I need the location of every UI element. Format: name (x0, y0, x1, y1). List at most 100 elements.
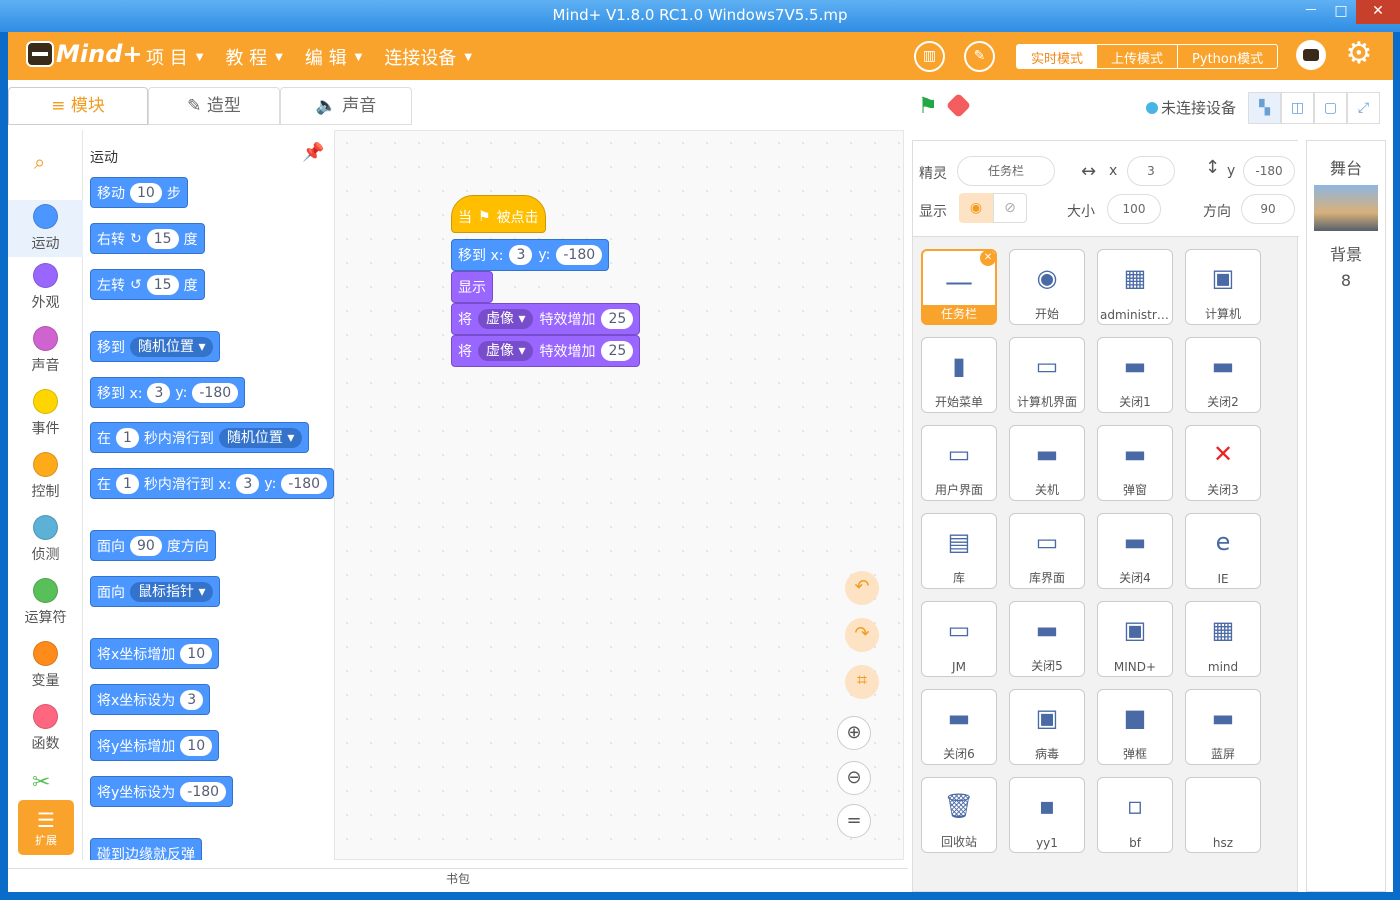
stop-icon[interactable] (945, 92, 972, 119)
sprite-card[interactable]: ▬ 蓝屏 (1185, 689, 1261, 765)
block-number-input[interactable]: 1 (116, 427, 139, 448)
extension-button[interactable]: ☰ 扩展 (18, 800, 74, 855)
menu-project[interactable]: 项 目 ▼ (146, 44, 203, 70)
block-number-input[interactable]: 90 (130, 535, 162, 556)
fullscreen-icon[interactable]: ⤢ (1347, 92, 1380, 124)
palette-block[interactable]: 右转 ↻ 15 度 (90, 223, 205, 254)
block-dropdown[interactable]: 虚像 ▾ (478, 341, 534, 361)
palette-block[interactable]: 将y坐标设为 -180 (90, 776, 234, 807)
zoom-out-icon[interactable]: ⊖ (837, 761, 871, 795)
script-workspace[interactable]: 当 ⚑ 被点击 移到 x: 3 y: -180 显示将虚像 ▾ 特效增加 25 将虚像 ▾ 特效增加 2… (334, 130, 904, 860)
block-dropdown[interactable]: 虚像 ▾ (478, 309, 534, 329)
edit-icon[interactable]: ✎ (964, 41, 995, 72)
y-field[interactable]: -180 (1243, 156, 1295, 186)
block-number-input[interactable]: -180 (281, 473, 328, 494)
sprite-card[interactable]: ■ 弹框 (1097, 689, 1173, 765)
block-number-input[interactable]: 1 (116, 473, 139, 494)
tab-blocks[interactable]: ≡ 模块 (8, 87, 148, 125)
sprite-card[interactable]: ▬ 关闭4 (1097, 513, 1173, 589)
palette-block[interactable]: 碰到边缘就反弹 (90, 838, 202, 860)
sprite-card[interactable]: ▭ 库界面 (1009, 513, 1085, 589)
maximize-button[interactable]: □ (1326, 0, 1356, 24)
palette-block[interactable]: 面向 90 度方向 (90, 530, 216, 561)
size-field[interactable]: 100 (1107, 194, 1161, 224)
script-block[interactable]: 将虚像 ▾ 特效增加 25 (451, 303, 641, 335)
gear-icon[interactable]: ⚙ (1344, 39, 1374, 70)
category-6[interactable]: 运算符 (8, 578, 83, 627)
palette-block[interactable]: 移动 10 步 (90, 177, 188, 208)
palette-block[interactable]: 移到 随机位置 ▾ (90, 331, 221, 362)
palette-block[interactable]: 在 1 秒内滑行到 x: 3 y: -180 (90, 468, 334, 499)
sprite-card[interactable]: ▬ 关闭6 (921, 689, 997, 765)
layout-large-stage-icon[interactable]: ▢ (1314, 92, 1347, 124)
menu-tutorial[interactable]: 教 程 ▼ (225, 44, 282, 70)
delete-sprite-icon[interactable]: ✕ (980, 250, 996, 266)
sprite-card[interactable]: hsz (1185, 777, 1261, 853)
green-flag-icon[interactable]: ⚑ (918, 94, 938, 119)
sprite-card[interactable]: ▭ JM (921, 601, 997, 677)
script-block[interactable]: 移到 x: 3 y: -180 (451, 239, 610, 271)
script-block[interactable]: 将虚像 ▾ 特效增加 25 (451, 335, 641, 367)
category-3[interactable]: 事件 (8, 389, 83, 438)
sprite-card[interactable]: e IE (1185, 513, 1261, 589)
layout-normal-stage-icon[interactable]: ◫ (1281, 92, 1314, 124)
zoom-reset-icon[interactable]: = (837, 804, 871, 838)
sprite-card[interactable]: ▭ 计算机界面 (1009, 337, 1085, 413)
block-number-input[interactable]: 15 (146, 274, 179, 295)
block-number-input[interactable]: -180 (556, 245, 603, 265)
tools-icon[interactable]: ✂ (32, 770, 50, 795)
category-1[interactable]: 外观 (8, 263, 83, 312)
block-number-input[interactable]: 3 (180, 689, 204, 710)
block-number-input[interactable]: 15 (146, 228, 179, 249)
close-button[interactable]: ✕ (1356, 0, 1400, 24)
sprite-card[interactable]: ▮ 开始菜单 (921, 337, 997, 413)
dashboard-icon[interactable]: ▥ (914, 41, 945, 72)
direction-field[interactable]: 90 (1241, 194, 1295, 224)
category-4[interactable]: 控制 (8, 452, 83, 501)
block-dropdown[interactable]: 随机位置 ▾ (130, 336, 214, 357)
palette-block[interactable]: 在 1 秒内滑行到 随机位置 ▾ (90, 422, 310, 453)
block-number-input[interactable]: 3 (236, 473, 260, 494)
sprite-card[interactable]: ▪ yy1 (1009, 777, 1085, 853)
sprite-card[interactable]: ✕ 关闭3 (1185, 425, 1261, 501)
minimize-button[interactable]: － (1296, 0, 1326, 24)
upload-mode-button[interactable]: 上传模式 (1097, 45, 1177, 68)
stage-thumbnail[interactable] (1314, 185, 1378, 231)
script-block[interactable]: 当 ⚑ 被点击 (451, 195, 546, 233)
script-block[interactable]: 显示 (451, 271, 493, 303)
block-number-input[interactable]: 10 (180, 735, 213, 756)
block-number-input[interactable]: 25 (601, 341, 634, 361)
block-number-input[interactable]: 25 (601, 309, 634, 329)
palette-block[interactable]: 面向 鼠标指针 ▾ (90, 576, 221, 607)
pin-icon[interactable]: 📌 (302, 142, 324, 163)
sprite-card[interactable]: ▬ 弹窗 (1097, 425, 1173, 501)
backpack-bar[interactable]: 书包 (8, 868, 908, 890)
sprite-card[interactable]: ▬ 关闭2 (1185, 337, 1261, 413)
block-number-input[interactable]: 10 (180, 643, 213, 664)
sprite-card[interactable]: ▣ 病毒 (1009, 689, 1085, 765)
sprite-card[interactable]: ▬ 关闭5 (1009, 601, 1085, 677)
connection-status[interactable]: 未连接设备 (1146, 97, 1236, 118)
category-8[interactable]: 函数 (8, 704, 83, 753)
category-7[interactable]: 变量 (8, 641, 83, 690)
category-0[interactable]: 运动 (8, 200, 83, 257)
palette-block[interactable]: 将x坐标增加 10 (90, 638, 220, 669)
hide-eye-icon[interactable]: ⊘ (993, 193, 1027, 223)
menu-edit[interactable]: 编 辑 ▼ (305, 44, 362, 70)
tab-costumes[interactable]: ✎ 造型 (148, 87, 280, 125)
sprite-card[interactable]: ▭ 用户界面 (921, 425, 997, 501)
stage-panel[interactable]: 舞台 背景 8 (1306, 140, 1386, 892)
python-mode-button[interactable]: Python模式 (1177, 45, 1277, 68)
sprite-card[interactable]: ▦ mind (1185, 601, 1261, 677)
palette-block[interactable]: 左转 ↺ 15 度 (90, 269, 205, 300)
show-eye-icon[interactable]: ◉ (959, 193, 993, 223)
category-2[interactable]: 声音 (8, 326, 83, 375)
sprite-card[interactable]: ◉ 开始 (1009, 249, 1085, 325)
sprite-card[interactable]: ▤ 库 (921, 513, 997, 589)
sprite-card[interactable]: ▬ 关机 (1009, 425, 1085, 501)
sprite-card[interactable]: — ✕ 任务栏 (921, 249, 997, 325)
menu-connect-device[interactable]: 连接设备 ▼ (384, 44, 472, 70)
search-icon[interactable]: ⌕ (34, 150, 45, 174)
palette-block[interactable]: 移到 x: 3 y: -180 (90, 377, 246, 408)
sprite-card[interactable]: ▣ MIND+ (1097, 601, 1173, 677)
